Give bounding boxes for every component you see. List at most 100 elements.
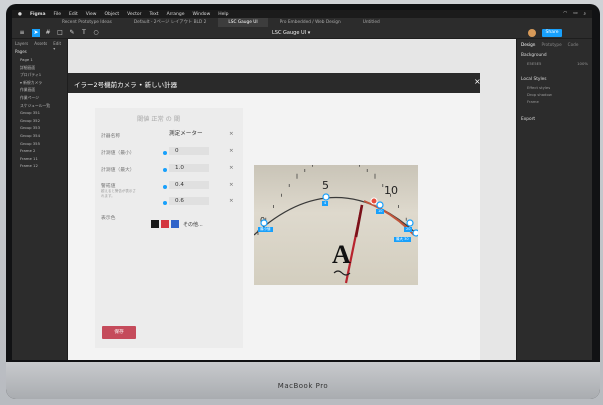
color-swatch-blue[interactable] [171, 220, 179, 228]
menu-object[interactable]: Object [104, 12, 119, 17]
marker-min-label[interactable]: 最小値 [258, 227, 273, 232]
pen-tool-icon[interactable]: ✎ [68, 29, 76, 37]
clear-warning-high-icon[interactable]: × [229, 198, 234, 204]
layers-panel-tabs: Layers Assets Edit ▾ [12, 39, 67, 51]
laptop-model-label: MacBook Pro [277, 382, 329, 390]
shape-tool-icon[interactable]: □ [56, 29, 64, 37]
comment-tool-icon[interactable]: ○ [92, 29, 100, 37]
pages-header: Pages [15, 49, 27, 54]
gauge-photo[interactable]: 5 10 0 A 最小値 4 10 20 最大 30 [254, 165, 418, 285]
tab-lsc-gauge[interactable]: LSC Gauge UI [218, 18, 268, 27]
tab-layers[interactable]: Layers [15, 41, 28, 46]
min-marker-icon [163, 151, 167, 155]
more-colors-link[interactable]: その他... [183, 221, 203, 228]
layer-item[interactable]: Page 1 [12, 56, 67, 64]
menu-window[interactable]: Window [193, 12, 211, 17]
clear-warning-low-icon[interactable]: × [229, 182, 234, 188]
layer-item[interactable]: 詳細画面 [12, 64, 67, 72]
layer-item[interactable]: Frame 12 [12, 162, 67, 170]
color-swatch-black[interactable] [151, 220, 159, 228]
layer-item[interactable]: Frame 11 [12, 155, 67, 163]
file-tabs: Recent Prototype Ideas Default - 2ページ レイ… [12, 18, 592, 27]
layer-item[interactable]: ▾ 新規カメラ [12, 79, 67, 87]
layer-item[interactable]: Group 352 [12, 117, 67, 125]
tab-pro-embedded[interactable]: Pro Embedded / Web Design [270, 18, 351, 27]
menu-app[interactable]: Figma [30, 12, 46, 17]
menu-arrange[interactable]: Arrange [167, 12, 185, 17]
modal-body: 閾値 正常 の 閾 計器名称 測定メーター × 計測値（最小） 0 × 計測値（… [68, 93, 480, 360]
field-sub-warning: 越えると警告が表示されます。 [101, 189, 136, 198]
marker-4-label[interactable]: 4 [322, 201, 329, 206]
menu-view[interactable]: View [86, 12, 97, 17]
background-opacity[interactable]: 100% [577, 61, 588, 66]
max-marker-icon [163, 168, 167, 172]
layer-item[interactable]: Group 353 [12, 124, 67, 132]
text-tool-icon[interactable]: T [80, 29, 88, 37]
marker-20-label[interactable]: 20 [404, 227, 413, 232]
menu-text[interactable]: Text [149, 12, 158, 17]
battery-icon[interactable]: ▭ [573, 11, 577, 17]
save-button[interactable]: 保存 [102, 326, 136, 339]
layer-item[interactable]: Frame 2 [12, 147, 67, 155]
share-button[interactable]: Share [542, 29, 562, 37]
effect-styles-sub: Effect styles [527, 85, 551, 90]
layer-item[interactable]: プロパティ1 [12, 71, 67, 79]
warning-low-input[interactable]: 0.4 [169, 181, 209, 189]
layer-item[interactable]: スケジュール一覧 [12, 102, 67, 110]
gauge-face: 5 10 0 A [254, 165, 418, 284]
field-label-min: 計測値（最小） [101, 151, 135, 156]
clear-name-icon[interactable]: × [229, 131, 234, 137]
warning-high-input[interactable]: 0.6 [169, 197, 209, 205]
background-row[interactable]: E5E5E5 100% [517, 60, 592, 67]
tab-default[interactable]: Default - 2ページ レイアウト BLD 2 [124, 18, 217, 27]
color-picker: その他... [151, 220, 211, 229]
tab-design[interactable]: Design [521, 42, 535, 47]
toolbar: ≡ ➤ # □ ✎ T ○ LSC Gauge UI ▾ Share [12, 27, 592, 39]
properties-panel: Design Prototype Code Background E5E5E5 … [516, 39, 592, 360]
menu-help[interactable]: Help [218, 12, 228, 17]
frame-tool-icon[interactable]: # [44, 29, 52, 37]
apple-icon[interactable]: ● [18, 12, 22, 17]
layer-item[interactable]: Group 354 [12, 132, 67, 140]
close-icon[interactable]: × [474, 77, 481, 86]
background-value[interactable]: E5E5E5 [527, 61, 541, 66]
search-icon[interactable]: ⌕ [583, 11, 586, 17]
face-letter: A [332, 240, 351, 269]
tab-assets[interactable]: Assets [34, 41, 47, 46]
scale-label-5: 5 [322, 179, 329, 192]
layer-item[interactable]: 作業画面 [12, 86, 67, 94]
wifi-icon[interactable]: ◠ [563, 11, 567, 17]
menu-icon[interactable]: ≡ [18, 29, 26, 37]
marker-max-label[interactable]: 最大 30 [394, 237, 411, 242]
field-label-name: 計器名称 [101, 134, 121, 139]
clear-max-icon[interactable]: × [229, 165, 234, 171]
mac-menubar: ● Figma File Edit View Object Vector Tex… [12, 10, 592, 18]
modal-title: イラー2号機前カメラ • 新しい計器 [74, 81, 178, 89]
avatar[interactable] [528, 29, 536, 37]
warn-low-marker-icon [163, 185, 167, 189]
canvas[interactable]: イラー2号機前カメラ • 新しい計器 × 閾値 正常 の 閾 計器名称 測定メー… [68, 39, 516, 360]
tab-recent[interactable]: Recent Prototype Ideas [52, 18, 122, 27]
marker-10-label[interactable]: 10 [376, 209, 385, 214]
clear-min-icon[interactable]: × [229, 148, 234, 154]
gauge-name-input[interactable]: 測定メーター [163, 130, 203, 138]
export-header[interactable]: Export [517, 113, 592, 124]
max-value-input[interactable]: 1.0 [169, 164, 209, 172]
color-swatch-red[interactable] [161, 220, 169, 228]
tab-prototype[interactable]: Prototype [541, 42, 561, 47]
file-name[interactable]: LSC Gauge UI ▾ [272, 30, 310, 36]
tab-edit[interactable]: Edit ▾ [53, 41, 64, 51]
layer-item[interactable]: Group 351 [12, 109, 67, 117]
style-frame[interactable]: Frame [517, 98, 592, 105]
tab-code[interactable]: Code [568, 42, 579, 47]
style-drop-shadow[interactable]: Drop shadow [517, 91, 592, 98]
menu-edit[interactable]: Edit [69, 12, 78, 17]
layer-item[interactable]: 作業ページ [12, 94, 67, 102]
menu-file[interactable]: File [54, 12, 62, 17]
move-tool-icon[interactable]: ➤ [32, 29, 40, 37]
layer-item[interactable]: Group 355 [12, 140, 67, 148]
tab-untitled[interactable]: Untitled [353, 18, 390, 27]
menu-vector[interactable]: Vector [127, 12, 141, 17]
min-value-input[interactable]: 0 [169, 147, 209, 155]
form-title: 閾値 正常 の 閾 [137, 116, 181, 123]
